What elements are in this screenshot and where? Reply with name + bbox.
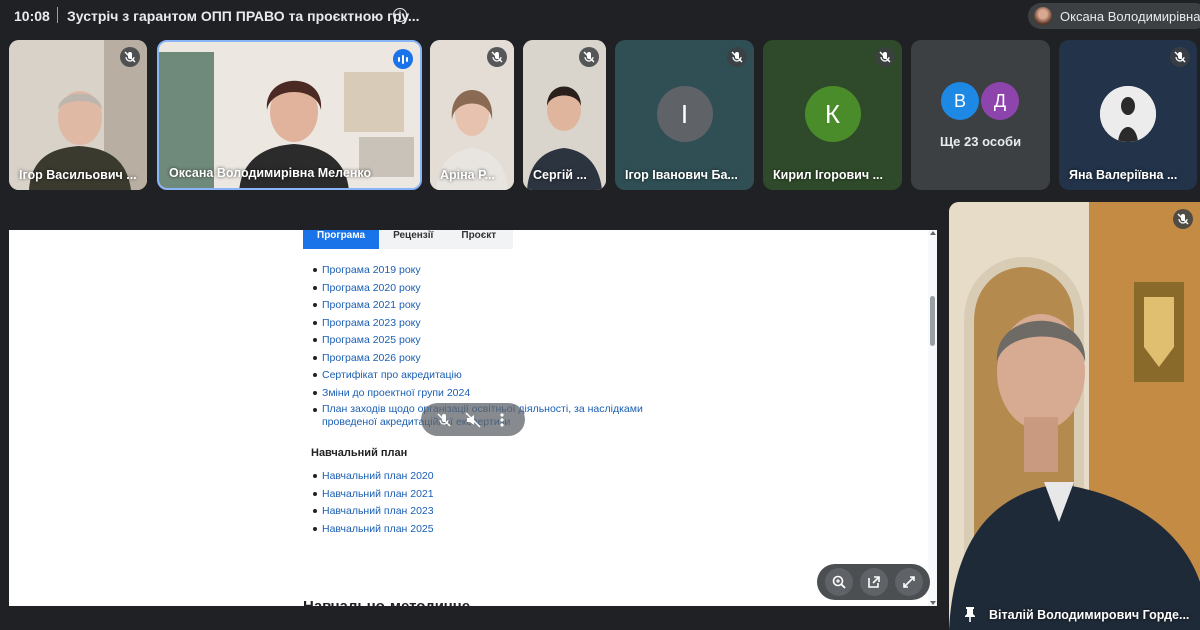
speaking-indicator-icon (393, 49, 413, 69)
list-item[interactable]: Зміни до проектної групи 2024 (313, 386, 652, 404)
participant-tile[interactable]: І Ігор Іванович Ба... (615, 40, 754, 190)
presenter-chip[interactable]: Оксана Володимирівна Ме (1028, 3, 1200, 29)
participant-name: Ігор Васильович ... (19, 168, 137, 182)
scroll-down-icon[interactable] (930, 601, 936, 605)
tab-program[interactable]: Програма (303, 230, 380, 249)
pin-icon[interactable] (963, 606, 977, 622)
speaker-name: Віталій Володимирович Горде... (989, 608, 1190, 622)
mic-off-icon (875, 47, 895, 67)
pop-out-button[interactable] (859, 568, 888, 596)
mic-off-icon (1173, 209, 1193, 229)
list-item[interactable]: Програма 2023 року (313, 316, 652, 334)
info-icon[interactable]: i (393, 8, 407, 22)
list-item[interactable]: Навчальний план 2023 (313, 504, 434, 522)
clock: 10:08 (14, 8, 50, 24)
avatar: К (804, 86, 861, 142)
participant-name: Яна Валеріївна ... (1069, 168, 1178, 182)
tab-reviews[interactable]: Рецензії (379, 230, 447, 249)
plan-links: Навчальний план 2020 Навчальний план 202… (313, 469, 434, 540)
participant-tile[interactable]: Аріна Р... (430, 40, 514, 190)
mic-off-icon (727, 47, 747, 67)
zoom-in-icon (832, 575, 846, 589)
participant-tile[interactable]: Сергій ... (523, 40, 606, 190)
presenter-name: Оксана Володимирівна Ме (1060, 8, 1200, 24)
meeting-title: Зустріч з гарантом ОПП ПРАВО та проєктно… (67, 8, 420, 24)
mic-off-icon (1170, 47, 1190, 67)
scrollbar[interactable] (928, 230, 937, 606)
fullscreen-button[interactable] (894, 568, 923, 596)
mic-off-icon (487, 47, 507, 67)
volume-off-icon[interactable] (464, 411, 482, 429)
list-item[interactable]: Навчальний план 2020 (313, 469, 434, 487)
scroll-up-icon[interactable] (930, 231, 936, 235)
list-item[interactable]: Програма 2020 року (313, 281, 652, 299)
open-in-new-icon (867, 576, 880, 588)
list-item[interactable]: Навчальний план 2021 (313, 487, 434, 505)
list-item[interactable]: Програма 2021 року (313, 298, 652, 316)
participant-tile[interactable]: Яна Валеріївна ... (1059, 40, 1197, 190)
mic-off-icon (120, 47, 140, 67)
avatar: І (656, 86, 713, 142)
others-count: Ще 23 особи (939, 134, 1022, 149)
list-item[interactable]: Навчальний план 2025 (313, 522, 434, 540)
list-item[interactable]: Сертифікат про акредитацію (313, 368, 652, 386)
section-heading: Навчальний план (311, 447, 408, 459)
participant-name: Кирил Ігорович ... (773, 168, 883, 182)
avatar (1100, 86, 1156, 142)
participant-tile[interactable]: К Кирил Ігорович ... (763, 40, 902, 190)
avatar: Д (981, 82, 1019, 120)
participant-name: Сергій ... (533, 168, 587, 182)
expand-icon (902, 576, 915, 588)
top-bar: 10:08 Зустріч з гарантом ОПП ПРАВО та пр… (0, 0, 1200, 32)
participant-name: Аріна Р... (440, 168, 495, 182)
speaker-video (949, 202, 1200, 630)
speaker-tile[interactable]: Віталій Володимирович Горде... (949, 202, 1200, 630)
list-item[interactable]: Програма 2019 року (313, 263, 652, 281)
zoom-button[interactable] (824, 568, 853, 596)
tab-bar: Програма Рецензії Проєкт (303, 230, 513, 249)
mic-off-icon (579, 47, 599, 67)
list-item[interactable]: Програма 2025 року (313, 333, 652, 351)
mic-off-icon[interactable] (435, 411, 453, 429)
screen-controls (817, 564, 930, 600)
participant-tile-active[interactable]: Оксана Володимирівна Меленко (157, 40, 422, 190)
tab-project[interactable]: Проєкт (447, 230, 510, 249)
list-item[interactable]: Програма 2026 року (313, 351, 652, 369)
presentation-overlay[interactable] (421, 403, 525, 436)
participant-name: Ігор Іванович Ба... (625, 168, 738, 182)
section-heading-cut: Навчально-методичне (303, 598, 470, 606)
avatar (1034, 7, 1052, 25)
scroll-thumb[interactable] (930, 296, 935, 346)
divider (57, 7, 58, 23)
others-tile[interactable]: В Д Ще 23 особи (911, 40, 1050, 190)
participant-name: Оксана Володимирівна Меленко (169, 166, 372, 180)
participant-tile[interactable]: Ігор Васильович ... (9, 40, 147, 190)
avatar: В (941, 82, 979, 120)
more-vert-icon[interactable] (493, 411, 511, 429)
